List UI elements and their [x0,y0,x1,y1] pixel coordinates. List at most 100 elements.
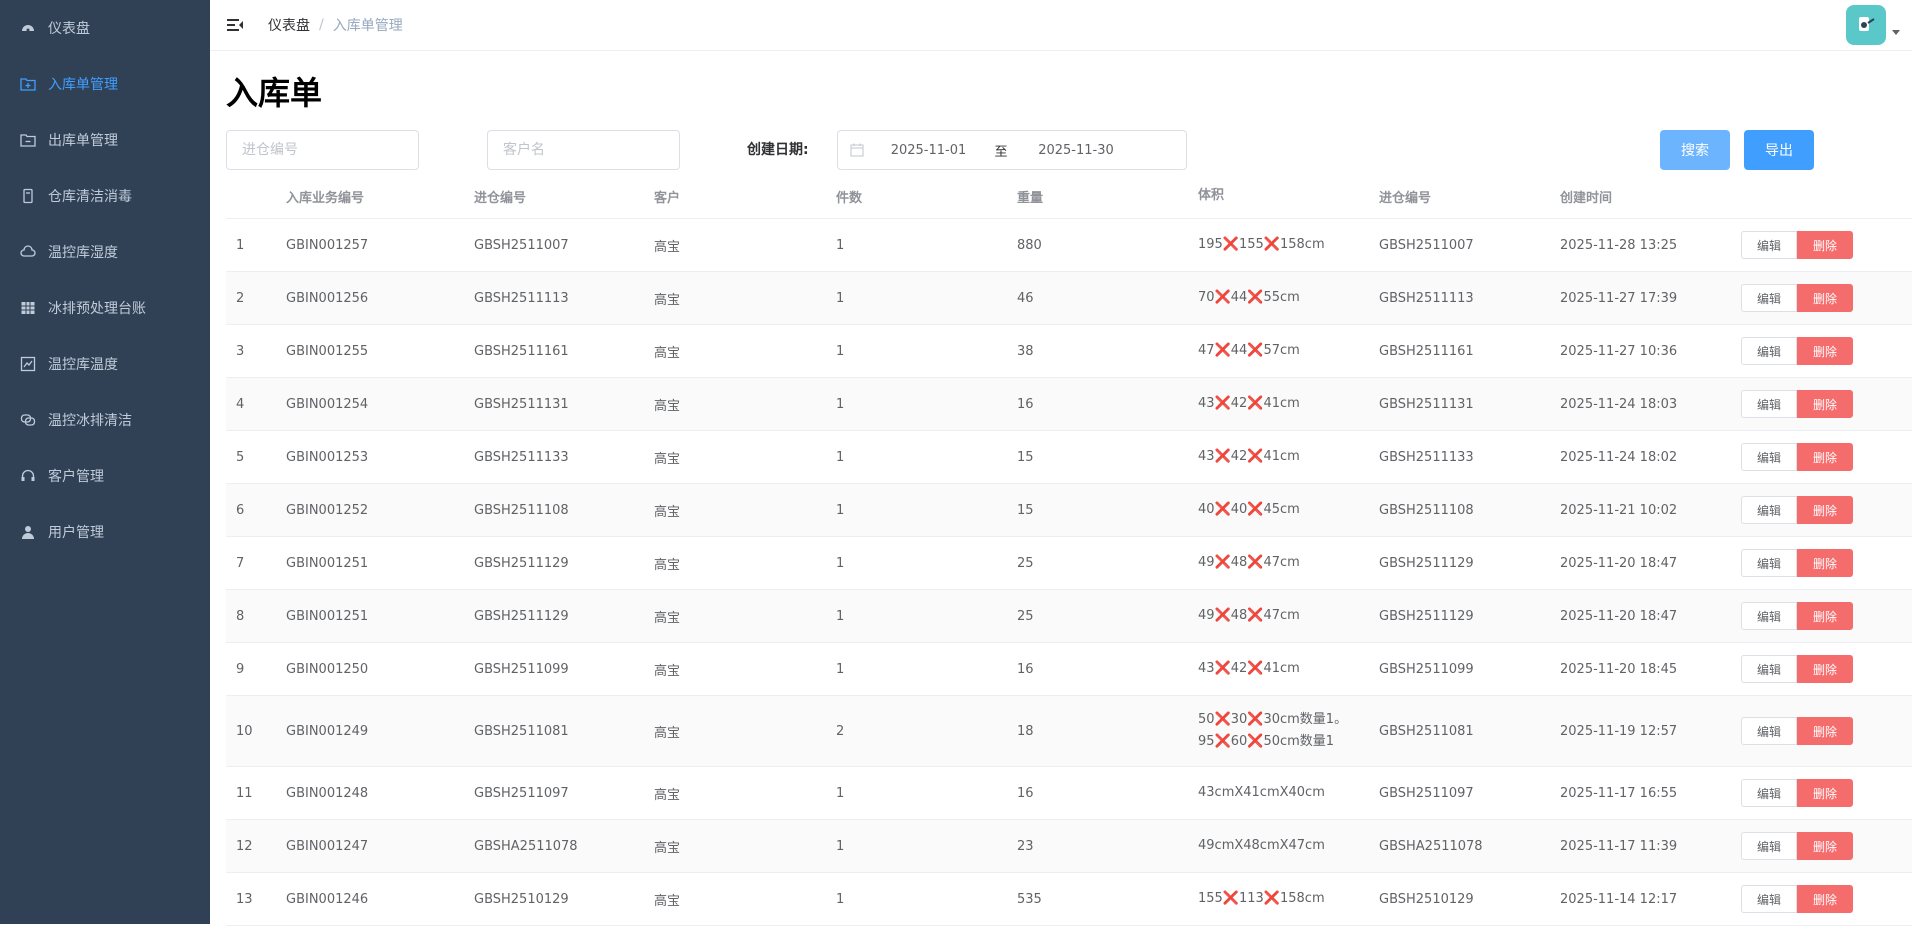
delete-button[interactable]: 删除 [1797,337,1853,365]
cell-in-no: GBSH2511097 [474,785,569,801]
cell-in-no-2: GBSH2510129 [1379,891,1474,907]
customer-input[interactable] [487,130,680,170]
cell-in-no: GBSH2511133 [474,449,569,465]
date-label: 创建日期: [747,142,809,158]
date-range-picker[interactable]: 2025-11-01 至 2025-11-30 [837,130,1187,170]
volume-line: 40❌40❌45cm [1198,502,1300,517]
cell-actions: 编辑 删除 [1741,779,1891,807]
delete-button[interactable]: 删除 [1797,549,1853,577]
cell-biz-no: GBIN001251 [286,555,369,571]
edit-button[interactable]: 编辑 [1741,284,1797,312]
header-in-no: 进仓编号 [474,190,527,206]
delete-button[interactable]: 删除 [1797,602,1853,630]
table-row: 3 GBIN001255 GBSH2511161 高宝 1 38 47❌44❌57cm GBS… [226,325,1912,378]
sidebar-item-label: 冰排预处理台账 [48,301,146,317]
sidebar-item-0[interactable]: 仪表盘 [0,0,210,56]
cell-in-no-2: GBSH2511113 [1379,290,1474,306]
delete-button[interactable]: 删除 [1797,390,1853,418]
export-button[interactable]: 导出 [1744,130,1814,170]
delete-button[interactable]: 删除 [1797,717,1853,745]
cell-biz-no: GBIN001254 [286,396,369,412]
table-row: 4 GBIN001254 GBSH2511131 高宝 1 16 43❌42❌41cm GBS… [226,378,1912,431]
inbound-no-input[interactable] [226,130,419,170]
delete-button[interactable]: 删除 [1797,832,1853,860]
sidebar-item-9[interactable]: 用户管理 [0,504,210,560]
edit-button[interactable]: 编辑 [1741,655,1797,683]
cell-biz-no: GBIN001256 [286,290,369,306]
avatar[interactable] [1846,5,1886,45]
sidebar-item-8[interactable]: 客户管理 [0,448,210,504]
cell-count: 1 [836,343,845,359]
delete-button[interactable]: 删除 [1797,443,1853,471]
edit-button[interactable]: 编辑 [1741,443,1797,471]
delete-button[interactable]: 删除 [1797,284,1853,312]
filter-bar: 创建日期: 2025-11-01 至 2025-11-30 搜索 导出 [226,130,1906,170]
volume-line: 47❌44❌57cm [1198,343,1300,358]
cell-weight: 15 [1017,449,1034,465]
cell-customer: 高宝 [654,345,681,361]
cell-weight: 16 [1017,396,1034,412]
user-menu[interactable] [1846,5,1900,45]
delete-button[interactable]: 删除 [1797,496,1853,524]
delete-button[interactable]: 删除 [1797,231,1853,259]
cell-in-no-2: GBSH2511129 [1379,608,1474,624]
cell-in-no-2: GBSH2511097 [1379,785,1474,801]
cell-in-no: GBSH2511108 [474,502,569,518]
header-weight: 重量 [1017,190,1044,206]
cell-actions: 编辑 删除 [1741,337,1891,365]
hamburger-menu-icon[interactable] [225,15,245,35]
cell-in-no: GBSH2511081 [474,723,569,739]
edit-button[interactable]: 编辑 [1741,390,1797,418]
cell-weight: 25 [1017,555,1034,571]
cell-weight: 15 [1017,502,1034,518]
delete-button[interactable]: 删除 [1797,779,1853,807]
cell-created: 2025-11-20 18:47 [1560,555,1678,571]
edit-button[interactable]: 编辑 [1741,717,1797,745]
cell-customer: 高宝 [654,725,681,741]
sidebar-item-6[interactable]: 温控库温度 [0,336,210,392]
date-end[interactable]: 2025-11-30 [1021,143,1131,158]
chevron-down-icon[interactable] [1892,29,1900,35]
sidebar-item-5[interactable]: 冰排预处理台账 [0,280,210,336]
cell-count: 1 [836,555,845,571]
cell-customer: 高宝 [654,893,681,909]
date-start[interactable]: 2025-11-01 [876,143,981,158]
sidebar-item-3[interactable]: 仓库清洁消毒 [0,168,210,224]
sidebar-item-4[interactable]: 温控库湿度 [0,224,210,280]
search-button[interactable]: 搜索 [1660,130,1730,170]
edit-button[interactable]: 编辑 [1741,832,1797,860]
cell-in-no: GBSH2511161 [474,343,569,359]
volume-line: 43❌42❌41cm [1198,396,1300,411]
edit-button[interactable]: 编辑 [1741,549,1797,577]
breadcrumb-home[interactable]: 仪表盘 [268,15,310,35]
sidebar-item-1[interactable]: 入库单管理 [0,56,210,112]
cell-biz-no: GBIN001257 [286,237,369,253]
edit-button[interactable]: 编辑 [1741,231,1797,259]
cell-weight: 535 [1017,891,1042,907]
navbar: 仪表盘 / 入库单管理 [210,0,1912,51]
cell-volume: 47❌44❌57cm [1198,340,1379,362]
delete-button[interactable]: 删除 [1797,885,1853,913]
sidebar: 仪表盘 入库单管理出库单管理仓库清洁消毒温控库湿度冰排预处理台账温控库温度 温控冰排… [0,0,210,924]
delete-button[interactable]: 删除 [1797,655,1853,683]
cell-count: 1 [836,891,845,907]
table-row: 7 GBIN001251 GBSH2511129 高宝 1 25 49❌48❌47cm GBS… [226,537,1912,590]
sidebar-item-2[interactable]: 出库单管理 [0,112,210,168]
edit-button[interactable]: 编辑 [1741,779,1797,807]
edit-button[interactable]: 编辑 [1741,602,1797,630]
sidebar-item-7[interactable]: 温控冰排清洁 [0,392,210,448]
table-row: 8 GBIN001251 GBSH2511129 高宝 1 25 49❌48❌47cm GBS… [226,590,1912,643]
cell-created: 2025-11-17 16:55 [1560,785,1678,801]
cell-in-no-2: GBSH2511081 [1379,723,1474,739]
volume-line: 43cmX41cmX40cm [1198,785,1325,800]
edit-button[interactable]: 编辑 [1741,885,1797,913]
table-row: 6 GBIN001252 GBSH2511108 高宝 1 15 40❌40❌45cm GBS… [226,484,1912,537]
sidebar-item-label: 出库单管理 [48,133,118,149]
edit-button[interactable]: 编辑 [1741,337,1797,365]
volume-line: 49cmX48cmX47cm [1198,838,1325,853]
cell-customer: 高宝 [654,663,681,679]
sidebar-item-label: 仓库清洁消毒 [48,189,132,205]
cell-customer: 高宝 [654,610,681,626]
edit-button[interactable]: 编辑 [1741,496,1797,524]
avatar-icon [1859,17,1875,31]
